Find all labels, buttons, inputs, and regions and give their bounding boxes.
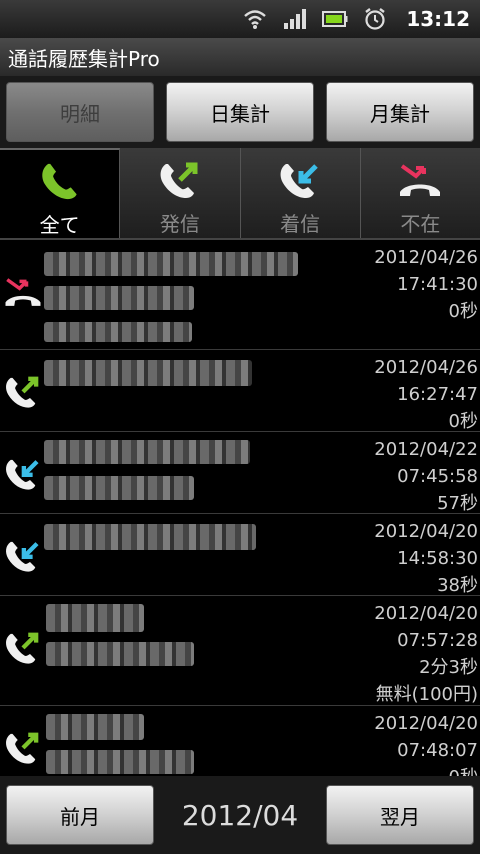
outgoing-call-icon	[6, 632, 39, 664]
call-date: 2012/04/20	[374, 713, 478, 734]
call-meta: 2012/04/20 07:48:07 0秒	[374, 710, 478, 776]
app-title: 通話履歴集計Pro	[8, 46, 160, 71]
call-time: 07:45:58	[397, 466, 478, 487]
tab-outgoing-label: 発信	[159, 212, 200, 236]
month-navigation-bar: 前月 2012/04 翌月	[0, 776, 480, 854]
call-duration: 0秒	[374, 764, 478, 776]
outgoing-call-icon	[160, 162, 198, 198]
missed-call-icon	[400, 164, 441, 196]
tab-missed-label: 不在	[400, 212, 441, 236]
call-time: 16:27:47	[397, 384, 478, 405]
call-filter-tabs: 全て 発信 着信 不在	[0, 148, 480, 240]
call-meta: 2012/04/26 17:41:30 0秒	[374, 244, 478, 325]
call-duration: 2分3秒	[419, 657, 478, 678]
all-calls-icon	[41, 163, 77, 200]
missed-call-icon	[5, 278, 41, 306]
call-meta: 2012/04/20 07:57:28 2分3秒 無料(100円)	[374, 600, 478, 708]
call-meta: 2012/04/20 14:58:30 38秒	[374, 518, 478, 599]
call-time: 14:58:30	[397, 548, 478, 569]
tab-all-label: 全て	[39, 213, 80, 237]
status-bar: 13:12	[0, 0, 480, 38]
caller-number-redacted	[46, 750, 194, 774]
list-item[interactable]: 2012/04/26 17:41:30 0秒	[0, 240, 480, 350]
caller-number-redacted	[44, 476, 194, 500]
call-date: 2012/04/20	[374, 603, 478, 624]
caller-number-redacted	[44, 524, 256, 550]
tab-incoming-label: 着信	[280, 212, 321, 236]
incoming-call-icon	[6, 541, 39, 572]
call-date: 2012/04/26	[374, 247, 478, 268]
incoming-call-icon	[6, 459, 39, 490]
caller-name-redacted	[44, 440, 250, 464]
call-date: 2012/04/22	[374, 439, 478, 460]
caller-name-redacted	[46, 714, 144, 740]
call-duration: 0秒	[448, 301, 478, 322]
call-time: 17:41:30	[397, 274, 478, 295]
tab-missed[interactable]: 不在	[361, 148, 480, 238]
caller-name-redacted	[44, 252, 298, 276]
caller-extra-redacted	[44, 322, 192, 342]
call-duration: 0秒	[448, 411, 478, 432]
tab-incoming[interactable]: 着信	[241, 148, 361, 238]
call-date: 2012/04/26	[374, 357, 478, 378]
list-item[interactable]: 2012/04/20 07:48:07 0秒	[0, 706, 480, 776]
tab-outgoing[interactable]: 発信	[120, 148, 241, 238]
call-meta: 2012/04/26 16:27:47 0秒	[374, 354, 478, 435]
outgoing-call-icon	[6, 376, 39, 408]
previous-month-button[interactable]: 前月	[6, 785, 154, 845]
battery-icon	[322, 6, 348, 32]
caller-number-redacted	[44, 360, 252, 386]
list-item[interactable]: 2012/04/20 14:58:30 38秒	[0, 514, 480, 596]
caller-name-redacted	[46, 604, 144, 632]
list-item[interactable]: 2012/04/26 16:27:47 0秒	[0, 350, 480, 432]
app-title-bar: 通話履歴集計Pro	[0, 38, 480, 76]
monthly-summary-button[interactable]: 月集計	[326, 82, 474, 142]
detail-button[interactable]: 明細	[6, 82, 154, 142]
call-meta: 2012/04/22 07:45:58 57秒	[374, 436, 478, 517]
outgoing-call-icon	[6, 732, 39, 764]
call-charge-note: 無料(100円)	[375, 684, 478, 705]
call-duration: 57秒	[437, 493, 478, 514]
incoming-call-icon	[280, 164, 318, 198]
call-date: 2012/04/20	[374, 521, 478, 542]
call-duration: 38秒	[437, 575, 478, 596]
current-month: 2012/04	[181, 798, 299, 832]
call-history-list[interactable]: 2012/04/26 17:41:30 0秒 2012/04/26 16:27:…	[0, 240, 480, 776]
wifi-icon	[242, 6, 268, 32]
list-item[interactable]: 2012/04/20 07:57:28 2分3秒 無料(100円)	[0, 596, 480, 706]
call-time: 07:48:07	[397, 740, 478, 761]
view-mode-buttons: 明細 日集計 月集計	[0, 76, 480, 148]
next-month-button[interactable]: 翌月	[325, 785, 474, 845]
tab-all[interactable]: 全て	[0, 148, 121, 238]
signal-strength-icon	[282, 6, 308, 32]
status-clock: 13:12	[406, 7, 470, 31]
alarm-clock-icon	[362, 6, 388, 32]
list-item[interactable]: 2012/04/22 07:45:58 57秒	[0, 432, 480, 514]
caller-number-redacted	[46, 642, 194, 666]
call-time: 07:57:28	[397, 630, 478, 651]
daily-summary-button[interactable]: 日集計	[166, 82, 314, 142]
caller-number-redacted	[44, 286, 194, 310]
